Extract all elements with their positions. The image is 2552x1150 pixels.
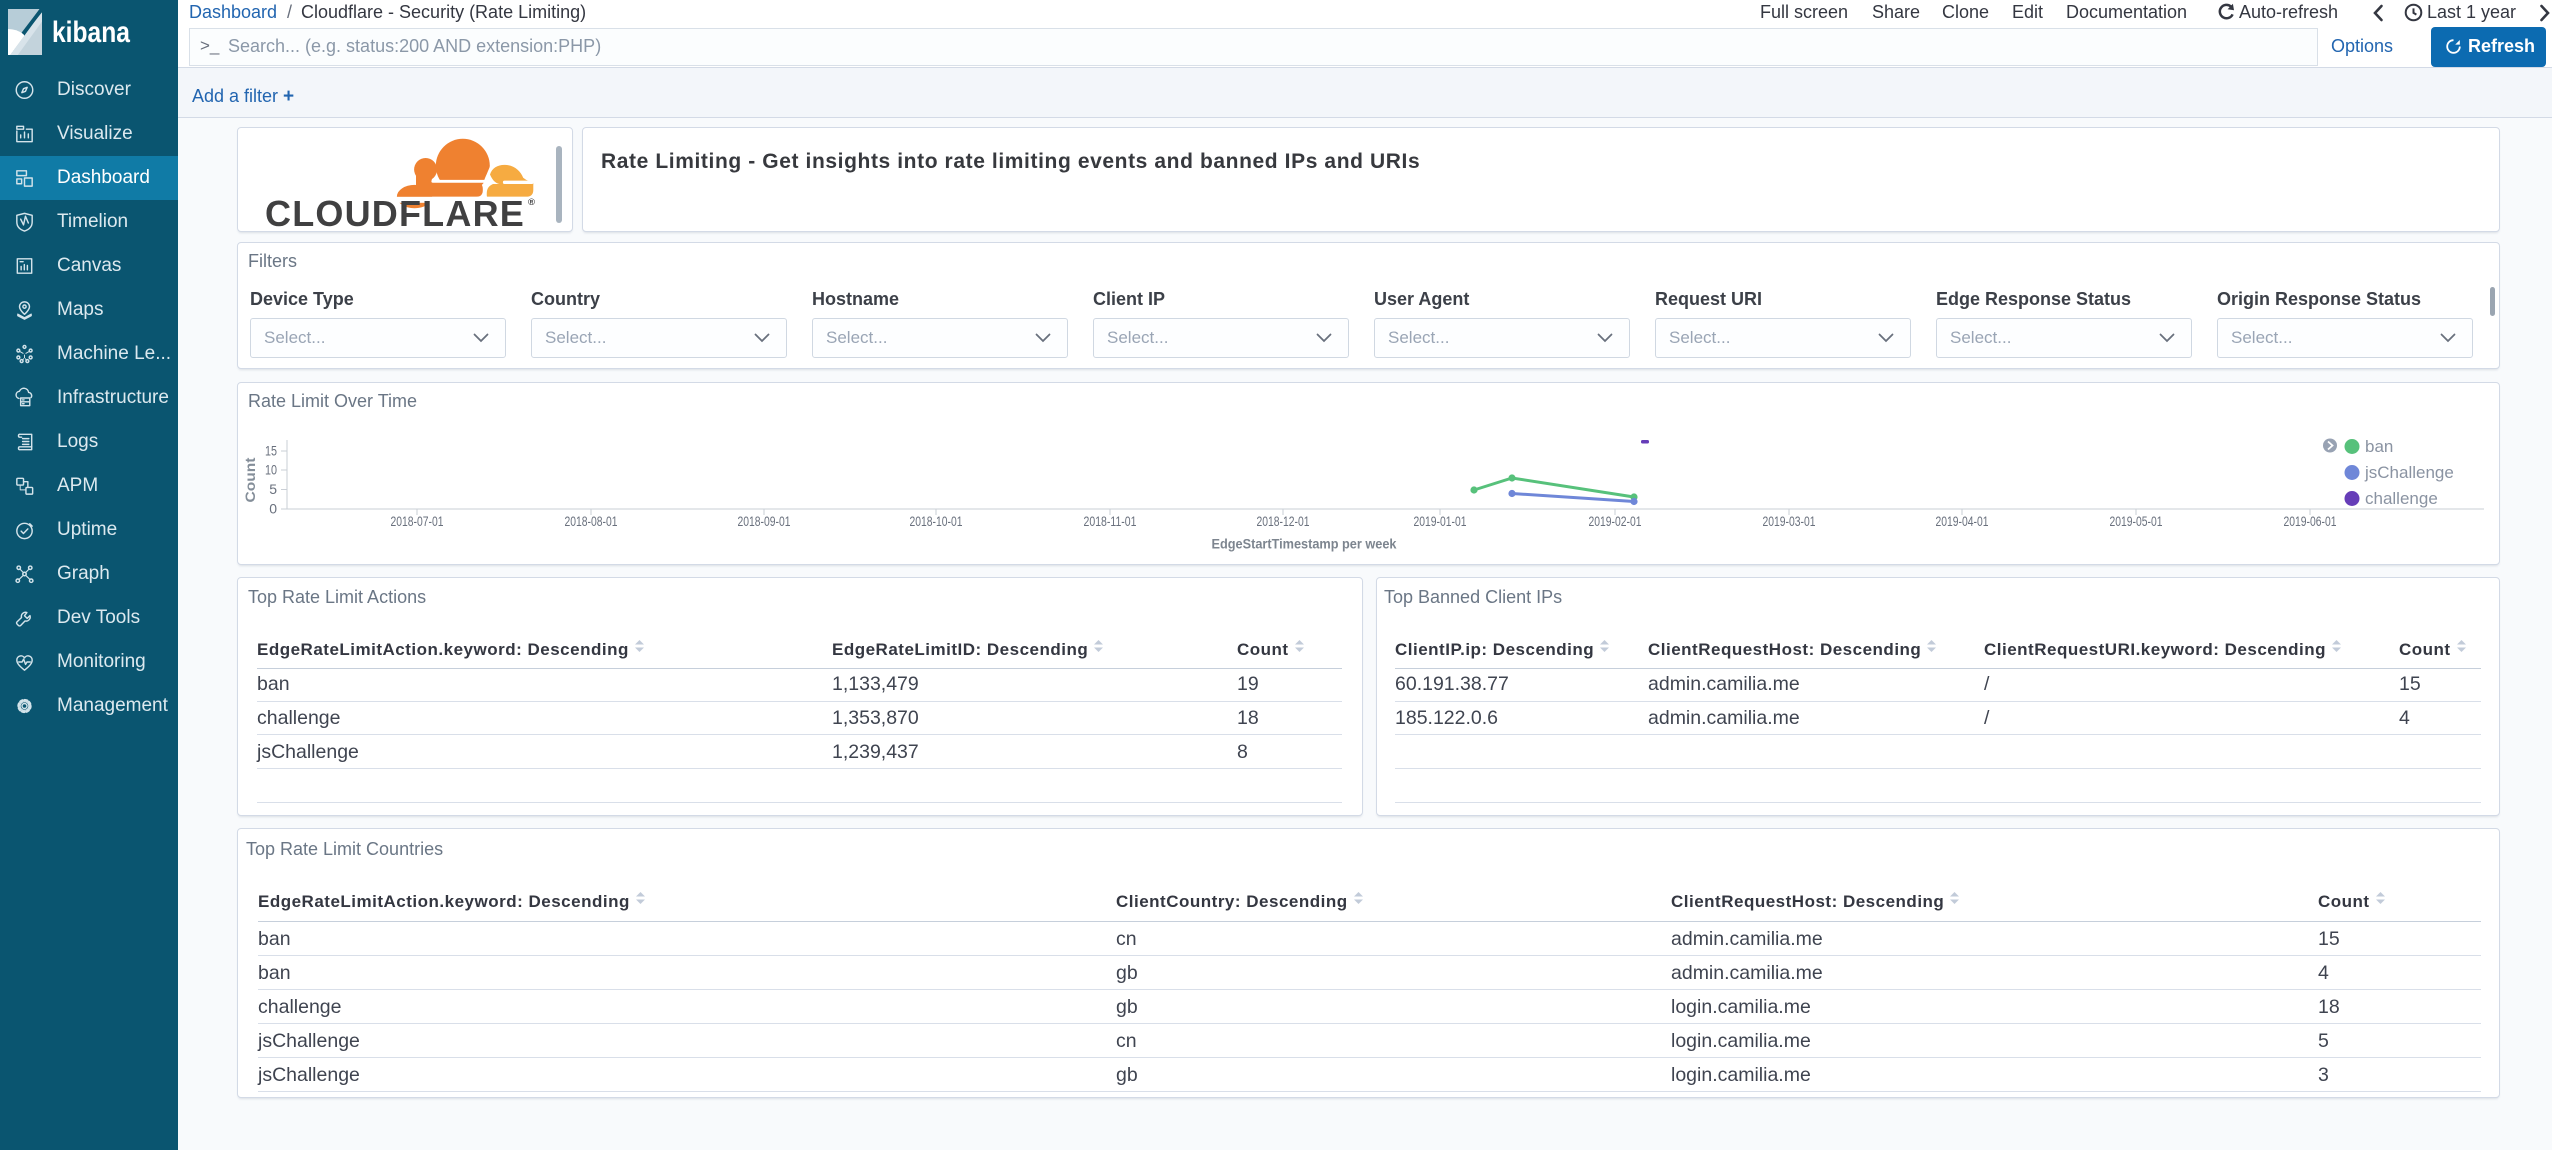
svg-text:2018-08-01: 2018-08-01	[565, 513, 618, 529]
svg-text:2019-06-01: 2019-06-01	[2284, 513, 2337, 529]
svg-text:Count: Count	[242, 457, 258, 502]
svg-text:2019-01-01: 2019-01-01	[1414, 513, 1467, 529]
svg-text:ban: ban	[2365, 437, 2393, 456]
svg-text:jsChallenge: jsChallenge	[2364, 463, 2454, 482]
svg-text:2018-10-01: 2018-10-01	[910, 513, 963, 529]
svg-text:2018-09-01: 2018-09-01	[738, 513, 791, 529]
svg-text:CLOUDFLARE: CLOUDFLARE	[265, 193, 525, 232]
svg-text:®: ®	[528, 197, 535, 208]
svg-text:2018-12-01: 2018-12-01	[1257, 513, 1310, 529]
svg-text:2019-05-01: 2019-05-01	[2110, 513, 2163, 529]
svg-text:5: 5	[269, 481, 277, 497]
svg-text:10: 10	[265, 462, 277, 478]
svg-text:2019-04-01: 2019-04-01	[1936, 513, 1989, 529]
svg-text:15: 15	[265, 443, 277, 459]
svg-text:2018-11-01: 2018-11-01	[1084, 513, 1137, 529]
svg-text:0: 0	[269, 501, 277, 517]
svg-text:challenge: challenge	[2365, 489, 2438, 508]
svg-text:2019-02-01: 2019-02-01	[1589, 513, 1642, 529]
svg-text:2018-07-01: 2018-07-01	[391, 513, 444, 529]
svg-text:2019-03-01: 2019-03-01	[1763, 513, 1816, 529]
svg-text:EdgeStartTimestamp per week: EdgeStartTimestamp per week	[1212, 536, 1397, 552]
